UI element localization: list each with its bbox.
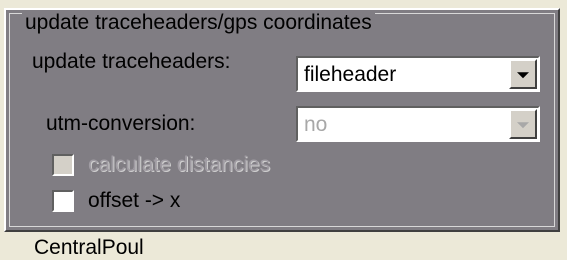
group-title: update traceheaders/gps coordinates bbox=[22, 11, 375, 35]
chevron-down-icon bbox=[517, 122, 529, 129]
next-group-title: CentralPoul bbox=[34, 236, 144, 259]
calculate-distancies-label: calculate distancies bbox=[88, 153, 271, 176]
chevron-down-icon bbox=[517, 72, 529, 79]
update-traceheaders-label: update traceheaders: bbox=[32, 50, 231, 73]
utm-conversion-combo[interactable]: no bbox=[296, 106, 540, 142]
update-traceheaders-combo[interactable]: fileheader bbox=[296, 56, 540, 92]
group-box: update traceheaders/gps coordinates upda… bbox=[4, 8, 560, 232]
utm-conversion-value: no bbox=[304, 113, 328, 136]
update-traceheaders-value: fileheader bbox=[304, 63, 397, 86]
update-traceheaders-dropdown-button[interactable] bbox=[509, 59, 537, 89]
calculate-distancies-checkbox[interactable] bbox=[52, 154, 74, 176]
panel: update traceheaders/gps coordinates upda… bbox=[0, 0, 567, 259]
offset-x-checkbox[interactable] bbox=[52, 190, 74, 212]
utm-conversion-dropdown-button[interactable] bbox=[509, 109, 537, 139]
utm-conversion-label: utm-conversion: bbox=[46, 112, 196, 135]
offset-x-label: offset -> x bbox=[88, 189, 181, 212]
